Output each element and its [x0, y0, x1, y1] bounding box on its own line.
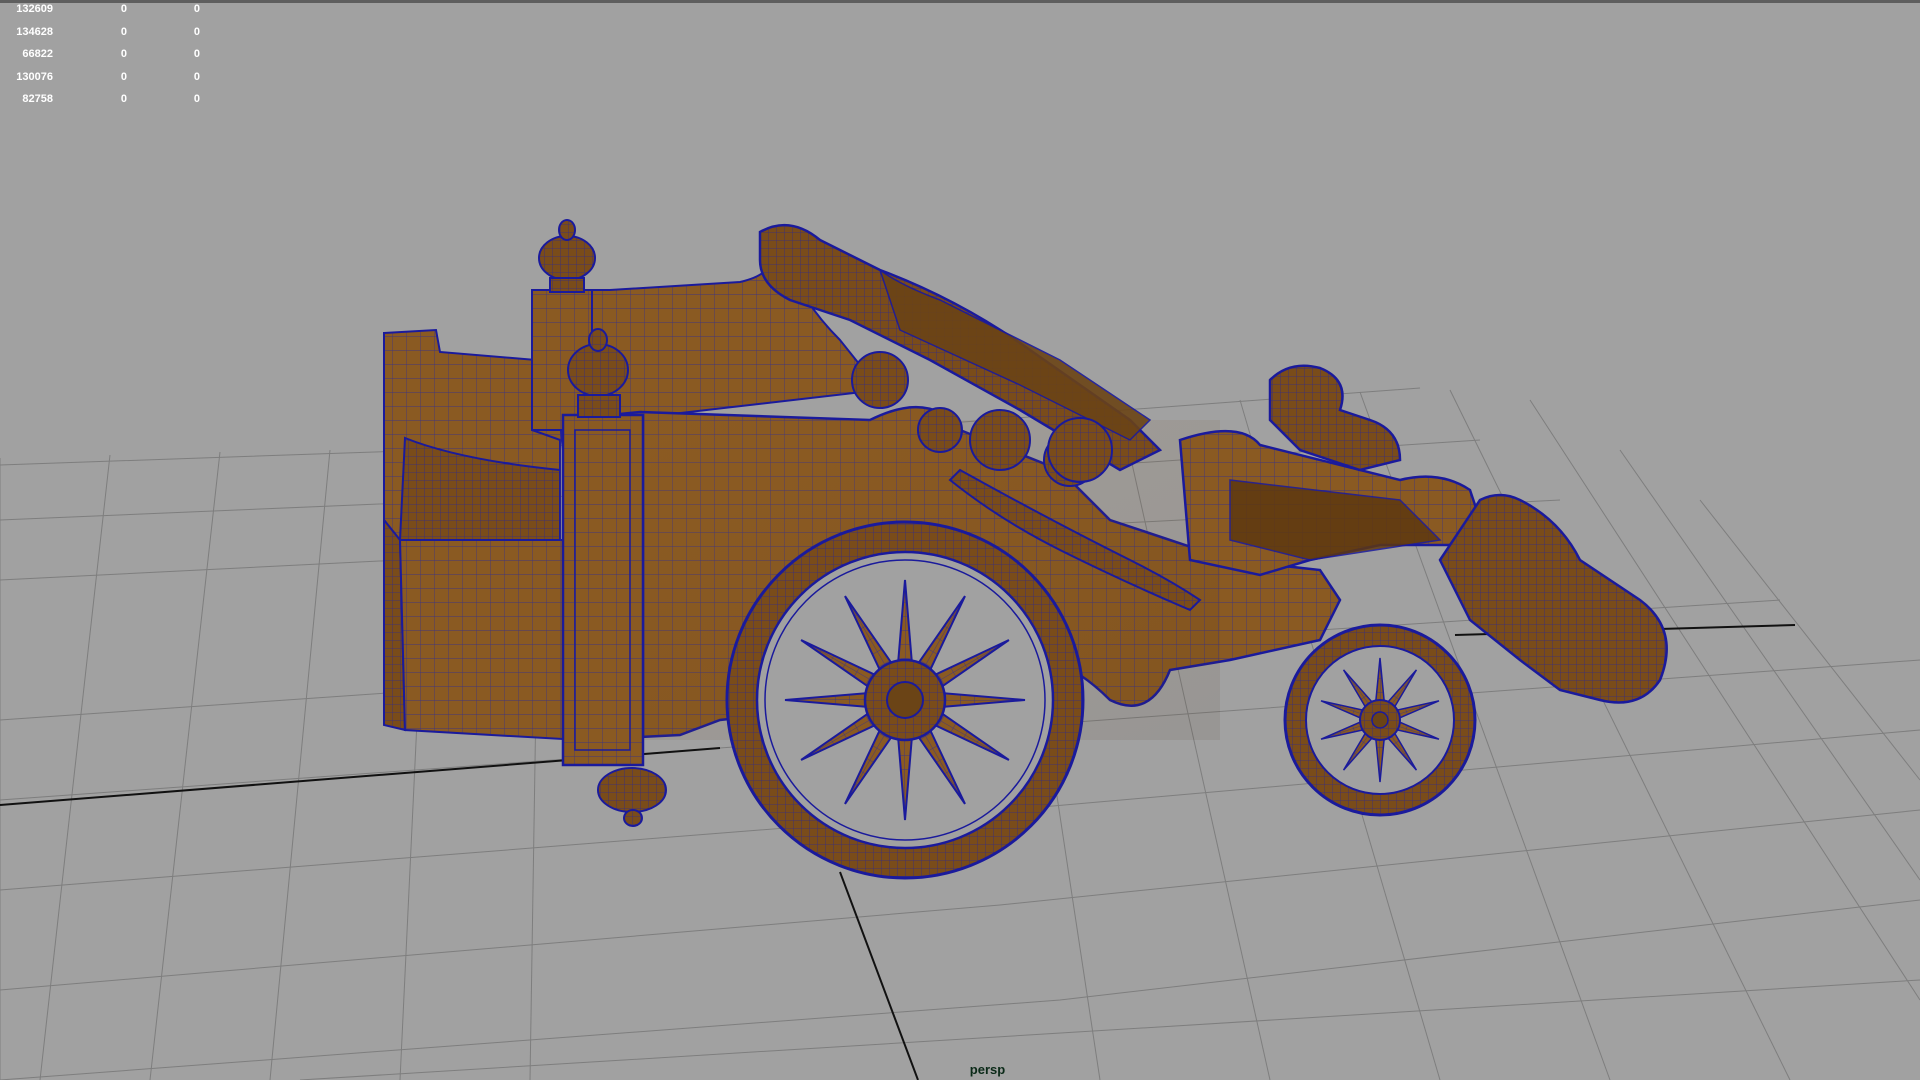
front-wheel — [1283, 623, 1477, 817]
hud-value: 0 — [193, 48, 200, 61]
hud-value: 0 — [120, 25, 127, 38]
rear-wheel — [725, 520, 1085, 880]
hud-value: 0 — [120, 93, 127, 106]
hud-value: 0 — [120, 48, 127, 61]
hud-value: 0 — [193, 25, 200, 38]
hud-value: 0 — [120, 70, 127, 83]
hud-value: 66822 — [22, 48, 53, 61]
hud-value: 0 — [193, 93, 200, 106]
camera-name-label[interactable]: persp — [930, 1062, 1045, 1077]
hud-value: 0 — [193, 70, 200, 83]
hud-value: 130076 — [16, 70, 53, 83]
hud-value: 134628 — [16, 25, 53, 38]
hud-value: 82758 — [22, 93, 53, 106]
hud-value: 132609 — [16, 3, 53, 15]
hud-value: 0 — [120, 3, 127, 15]
perspective-viewport[interactable]: 132609 0 0 134628 0 0 66822 0 0 130076 0… — [0, 0, 1920, 1080]
viewport-scene[interactable] — [0, 0, 1920, 1080]
hud-value: 0 — [193, 3, 200, 15]
carriage-model — [383, 219, 1668, 880]
